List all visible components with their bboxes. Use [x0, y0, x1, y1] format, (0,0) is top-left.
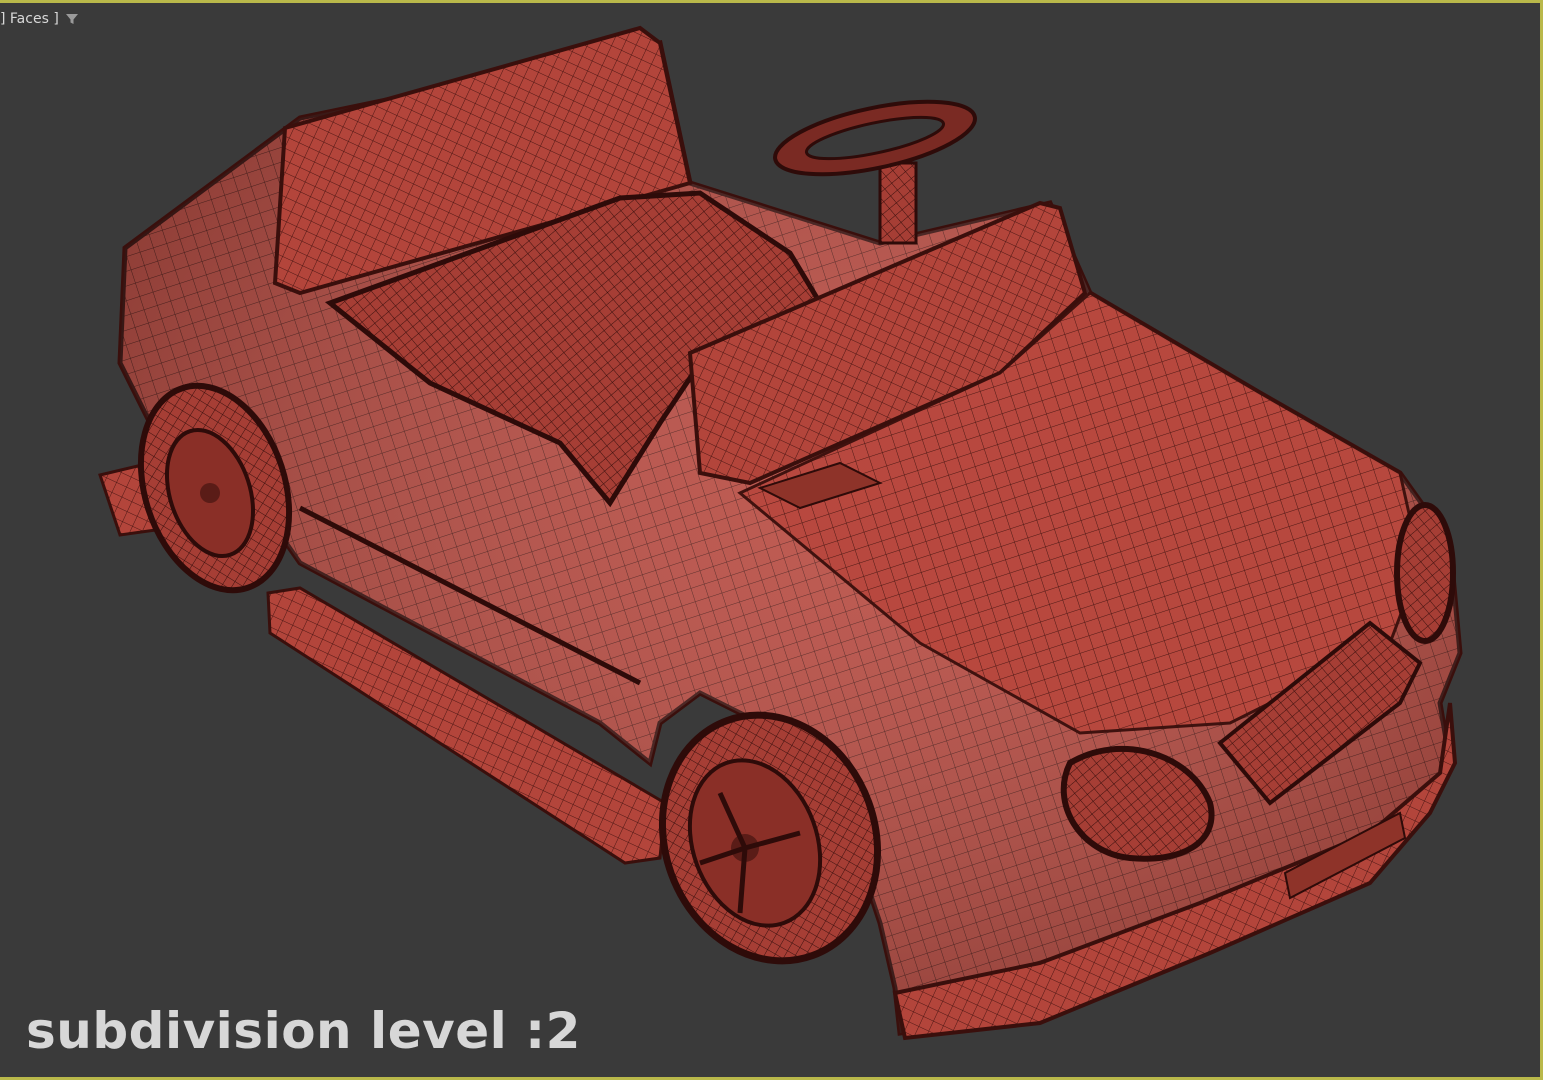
viewport[interactable]: ] Faces ] subdivision level:2: [0, 0, 1543, 1080]
subdivision-caption: subdivision level :2: [26, 1002, 581, 1060]
headlight-right: [1394, 502, 1456, 644]
car-model-render: [98, 25, 1463, 1041]
